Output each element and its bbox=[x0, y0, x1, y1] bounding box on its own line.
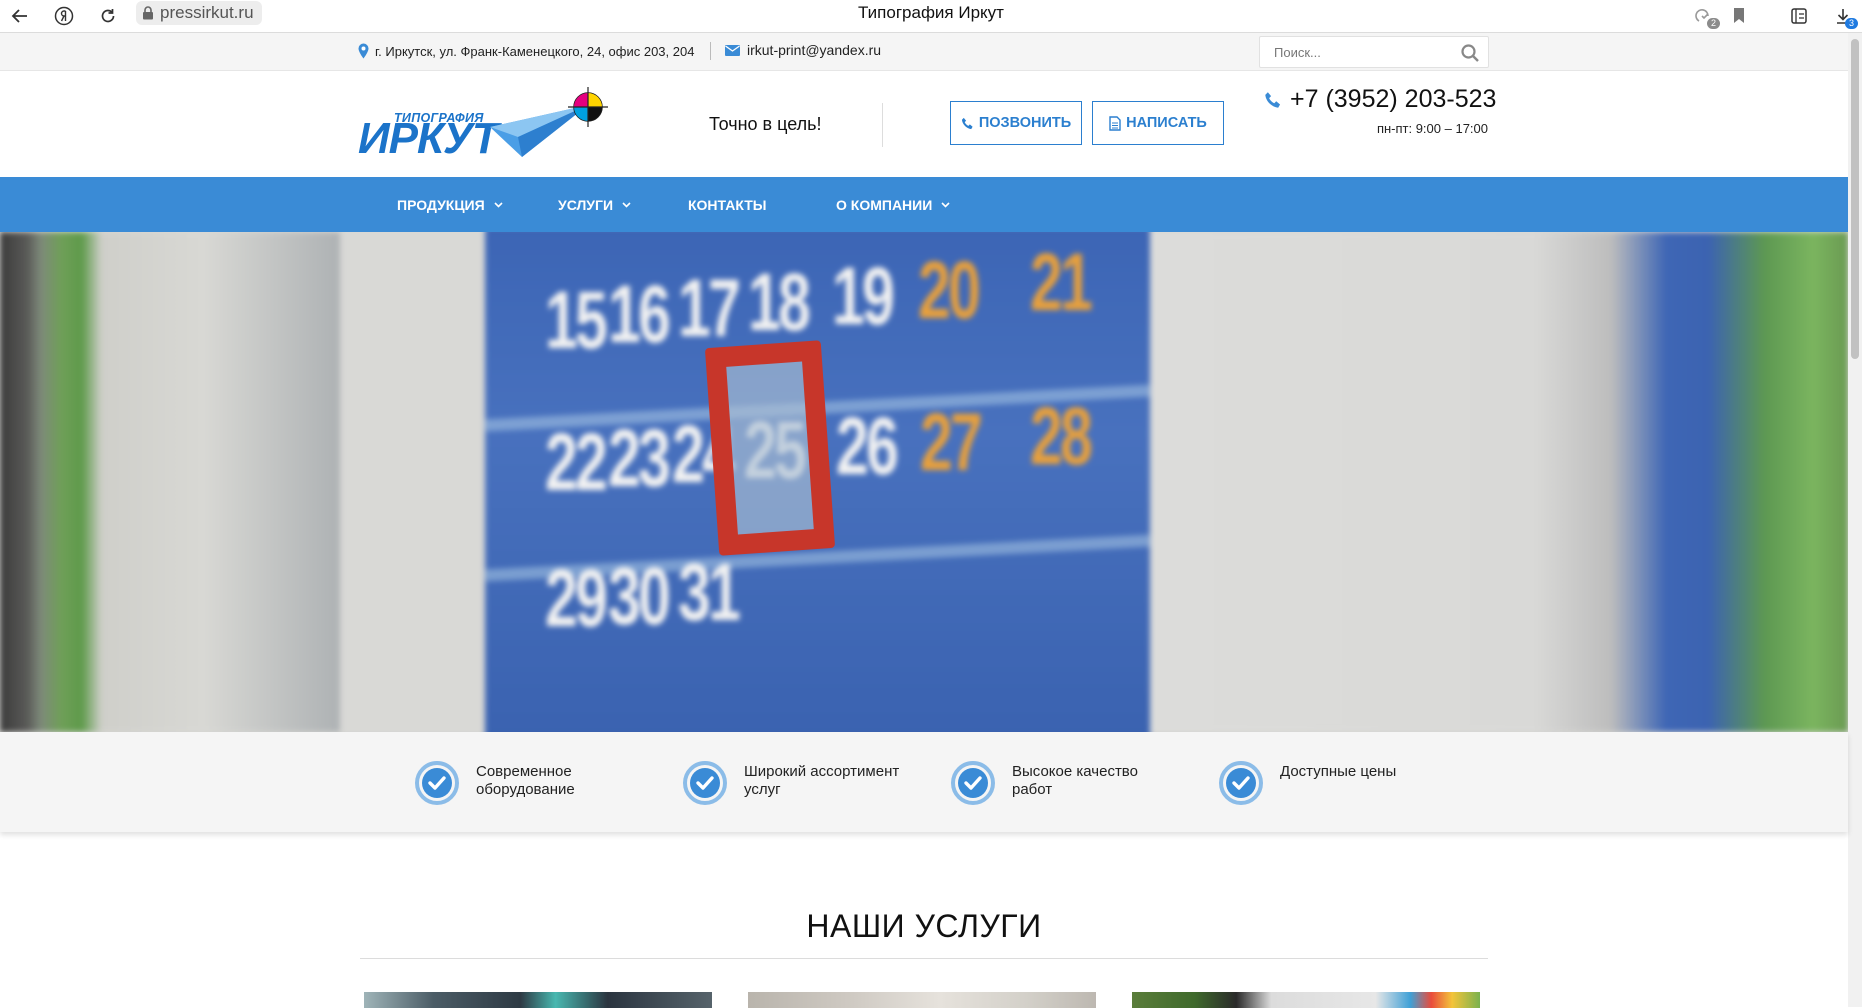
service-card-image bbox=[364, 992, 712, 1008]
calendar-day: 19 bbox=[832, 251, 895, 342]
email-link[interactable]: irkut-print@yandex.ru bbox=[747, 42, 881, 58]
feature-item: Современное оборудование bbox=[414, 760, 575, 806]
paper-plane-target-icon bbox=[490, 87, 608, 157]
downloads-button[interactable]: 3 bbox=[1830, 3, 1858, 29]
feature-text: Современное оборудование bbox=[476, 763, 575, 798]
map-pin-icon bbox=[358, 43, 369, 59]
search-box bbox=[1259, 36, 1489, 68]
yandex-logo-icon bbox=[54, 6, 74, 26]
features-strip: Современное оборудование Широкий ассортим… bbox=[0, 732, 1848, 832]
page-title: Типография Иркут bbox=[858, 3, 1004, 22]
calendar-day: 26 bbox=[836, 401, 899, 492]
main-nav: ПРОДУКЦИЯ УСЛУГИ КОНТАКТЫ О КОМПАНИИ bbox=[0, 177, 1848, 232]
check-circle-icon bbox=[951, 761, 995, 805]
search-icon[interactable] bbox=[1460, 43, 1480, 63]
calendar-day: 22 bbox=[545, 417, 608, 508]
calendar-day: 17 bbox=[678, 263, 741, 354]
service-card-image bbox=[1132, 992, 1480, 1008]
service-card-image bbox=[748, 992, 1096, 1008]
lock-icon bbox=[143, 6, 153, 20]
calendar-day: 30 bbox=[608, 551, 671, 642]
working-hours: пн-пт: 9:00 – 17:00 bbox=[1376, 121, 1488, 136]
feature-text: Высокое качество работ bbox=[1012, 763, 1138, 798]
reload-button[interactable] bbox=[96, 4, 120, 28]
feature-text: Доступные цены bbox=[1280, 763, 1397, 780]
calendar-day: 23 bbox=[608, 413, 671, 504]
nav-item-label: О КОМПАНИИ bbox=[836, 196, 933, 213]
phone-number[interactable]: +7 (3952) 203-523 bbox=[1264, 85, 1496, 114]
nav-item-label: ПРОДУКЦИЯ bbox=[397, 196, 485, 213]
bookmark-button[interactable] bbox=[1726, 3, 1752, 29]
envelope-icon bbox=[725, 44, 740, 56]
services-heading: НАШИ УСЛУГИ bbox=[806, 908, 1042, 944]
site-logo[interactable]: ТИПОГРАФИЯ ИРКУТ bbox=[358, 87, 612, 163]
feature-text: Широкий ассортимент услуг bbox=[744, 763, 900, 798]
calendar-day: 21 bbox=[1030, 237, 1093, 328]
scrollbar-thumb[interactable] bbox=[1851, 39, 1859, 359]
write-button-label: НАПИСАТЬ bbox=[1126, 115, 1207, 131]
nav-item-products[interactable]: ПРОДУКЦИЯ bbox=[397, 177, 503, 232]
collections-icon bbox=[1791, 8, 1807, 24]
topbar-divider bbox=[710, 42, 711, 60]
back-button[interactable] bbox=[8, 4, 32, 28]
protect-badge: 2 bbox=[1707, 18, 1720, 29]
calendar-day: 15 bbox=[545, 275, 608, 366]
url-text: pressirkut.ru bbox=[160, 3, 254, 22]
services-divider bbox=[360, 958, 1488, 959]
email-info[interactable]: irkut-print@yandex.ru bbox=[725, 42, 881, 58]
calendar-day: 29 bbox=[545, 553, 608, 644]
address-bar[interactable]: pressirkut.ru bbox=[136, 1, 262, 25]
chevron-down-icon bbox=[941, 201, 950, 208]
write-button[interactable]: НАПИСАТЬ bbox=[1092, 101, 1224, 145]
search-input[interactable] bbox=[1260, 37, 1464, 67]
nav-item-label: КОНТАКТЫ bbox=[688, 196, 767, 213]
header-divider bbox=[882, 103, 883, 147]
calendar-day: 20 bbox=[918, 245, 981, 336]
call-button[interactable]: ПОЗВОНИТЬ bbox=[950, 101, 1082, 145]
bookmark-icon bbox=[1734, 8, 1744, 23]
feature-item: Широкий ассортимент услуг bbox=[682, 760, 899, 806]
calendar-day: 16 bbox=[608, 269, 671, 360]
address-info: г. Иркутск, ул. Франк-Каменецкого, 24, о… bbox=[358, 43, 694, 59]
phone-icon bbox=[1265, 91, 1281, 108]
nav-item-about[interactable]: О КОМПАНИИ bbox=[836, 177, 950, 232]
service-card[interactable] bbox=[1132, 992, 1480, 1008]
chevron-down-icon bbox=[494, 201, 503, 208]
collections-button[interactable] bbox=[1786, 3, 1812, 29]
calendar-highlight-frame bbox=[704, 340, 836, 556]
logo-title: ИРКУТ bbox=[358, 114, 499, 163]
back-arrow-icon bbox=[11, 9, 27, 23]
nav-item-contacts[interactable]: КОНТАКТЫ bbox=[688, 177, 766, 232]
calendar-day: 31 bbox=[678, 547, 741, 638]
phone-text: +7 (3952) 203-523 bbox=[1290, 85, 1497, 113]
address-text: г. Иркутск, ул. Франк-Каменецкого, 24, о… bbox=[375, 43, 695, 59]
page-scrollbar[interactable] bbox=[1848, 33, 1862, 1007]
protect-button[interactable]: 2 bbox=[1692, 3, 1720, 29]
call-button-label: ПОЗВОНИТЬ bbox=[978, 115, 1072, 131]
feature-item: Высокое качество работ bbox=[950, 760, 1138, 806]
site-header: ТИПОГРАФИЯ ИРКУТ Точно в цель! ПОЗВОНИТЬ… bbox=[0, 71, 1848, 177]
yandex-button[interactable] bbox=[52, 4, 76, 28]
check-circle-icon bbox=[1219, 761, 1263, 805]
nav-item-label: УСЛУГИ bbox=[558, 196, 614, 213]
calendar-day: 27 bbox=[920, 397, 983, 488]
browser-toolbar: pressirkut.ru Типография Иркут 2 3 bbox=[0, 0, 1862, 33]
check-circle-icon bbox=[683, 761, 727, 805]
slogan: Точно в цель! bbox=[709, 114, 822, 134]
nav-item-services[interactable]: УСЛУГИ bbox=[558, 177, 631, 232]
downloads-badge: 3 bbox=[1845, 18, 1858, 29]
chevron-down-icon bbox=[622, 201, 631, 208]
phone-icon bbox=[961, 117, 973, 129]
service-card[interactable] bbox=[364, 992, 712, 1008]
service-card[interactable] bbox=[748, 992, 1096, 1008]
feature-item: Доступные цены bbox=[1218, 760, 1396, 806]
top-info-bar: г. Иркутск, ул. Франк-Каменецкого, 24, о… bbox=[0, 33, 1848, 71]
hero-calendar-image: 15 16 17 18 19 20 21 22 23 24 25 26 27 2… bbox=[0, 232, 1848, 732]
calendar-day: 28 bbox=[1030, 391, 1093, 482]
document-icon bbox=[1109, 115, 1121, 131]
calendar-day: 18 bbox=[748, 257, 811, 348]
hero-banner: 15 16 17 18 19 20 21 22 23 24 25 26 27 2… bbox=[0, 232, 1848, 732]
reload-icon bbox=[101, 9, 115, 23]
check-circle-icon bbox=[415, 761, 459, 805]
